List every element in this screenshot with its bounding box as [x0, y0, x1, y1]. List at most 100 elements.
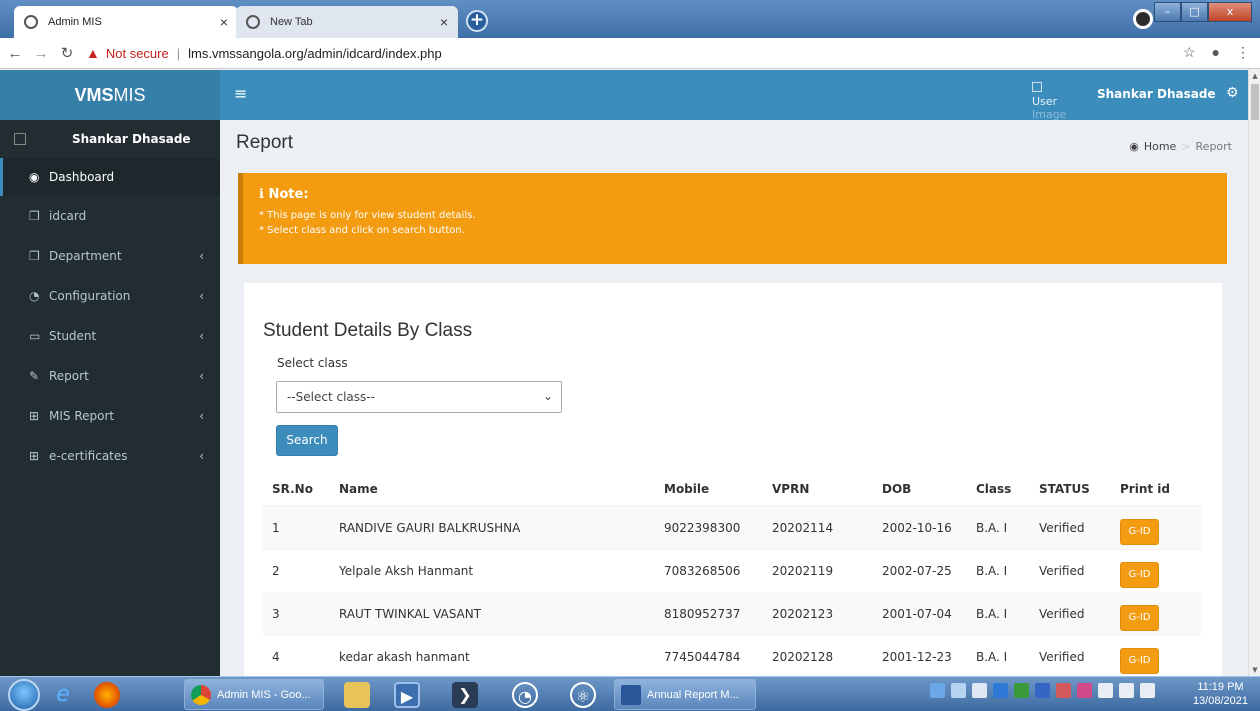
print-id-button[interactable]: G-ID [1120, 647, 1159, 674]
column-header: DOB [873, 472, 967, 507]
class-select[interactable]: --Select class-- ⌄ [276, 381, 562, 413]
new-tab-button[interactable]: + [466, 10, 488, 32]
sidebar: Shankar Dhasade ◉ Dashboard ❐ idcard ❐ Depart… [0, 120, 220, 676]
taskbar-task-chrome[interactable]: Admin MIS - Goo... [184, 679, 324, 710]
taskbar-clock[interactable]: 11:19 PM 13/08/2021 [1193, 680, 1248, 708]
page-scrollbar[interactable]: ▲ ▼ [1248, 70, 1260, 676]
network-icon[interactable] [930, 683, 945, 698]
app-logo[interactable]: VMSMIS [0, 70, 220, 120]
cell-print-id: G-ID [1111, 634, 1201, 678]
cell-mobile: 9022398300 [655, 505, 763, 549]
scrollbar-thumb[interactable] [1251, 84, 1259, 120]
internet-explorer-icon[interactable]: e [50, 682, 76, 708]
sidebar-item-configuration[interactable]: ◔ Configuration ‹ [0, 276, 220, 316]
electron-icon[interactable]: ⚛ [570, 682, 596, 708]
tab-new-tab[interactable]: New Tab × [236, 6, 458, 38]
tray-icon[interactable] [993, 683, 1008, 698]
profile-icon[interactable] [1133, 9, 1153, 29]
sidebar-item-label: Report [49, 369, 89, 383]
print-id-button[interactable]: G-ID [1120, 518, 1159, 545]
task-label: Admin MIS - Goo... [217, 688, 311, 701]
table-header-row: SR.No Name Mobile VPRN DOB Class STATUS Print i… [263, 472, 1201, 507]
warning-icon: ▲ [86, 45, 100, 61]
search-icon[interactable] [1035, 683, 1050, 698]
start-button[interactable] [8, 679, 40, 711]
logo-bold: VMS [74, 85, 114, 105]
cell-sr: 2 [263, 548, 330, 592]
sidebar-item-idcard[interactable]: ❐ idcard [0, 196, 220, 236]
user-image-alt: User [1032, 95, 1058, 108]
user-image[interactable]: User Image [1032, 82, 1070, 121]
hamburger-icon[interactable]: ≡ [234, 84, 247, 103]
signal-icon[interactable] [1098, 683, 1113, 698]
tray-icon[interactable] [1014, 683, 1029, 698]
tab-title: New Tab [270, 16, 313, 28]
flag-icon[interactable] [972, 683, 987, 698]
column-header: Mobile [655, 472, 763, 507]
cell-status: Verified [1030, 505, 1111, 549]
window-close-button[interactable]: x [1208, 2, 1252, 22]
student-table: SR.No Name Mobile VPRN DOB Class STATUS Print i… [263, 472, 1201, 678]
breadcrumb-current: Report [1195, 140, 1232, 153]
cell-class: B.A. I [967, 505, 1030, 549]
minimize-button[interactable]: – [1154, 2, 1181, 22]
search-button[interactable]: Search [276, 425, 338, 456]
tray-icon[interactable] [951, 683, 966, 698]
tray-icon[interactable] [1077, 683, 1092, 698]
account-icon[interactable]: ● [1212, 44, 1220, 61]
back-icon[interactable]: ← [4, 45, 26, 62]
forward-icon[interactable]: → [30, 45, 52, 62]
sidebar-item-dashboard[interactable]: ◉ Dashboard [0, 158, 220, 196]
select-class-label: Select class [277, 356, 348, 370]
system-tray [930, 683, 1155, 698]
cell-name: kedar akash hanmant [330, 634, 655, 678]
tab-admin-mis[interactable]: Admin MIS × [14, 6, 238, 38]
maximize-button[interactable]: □ [1181, 2, 1208, 22]
close-icon[interactable]: × [440, 14, 448, 30]
reload-icon[interactable]: ↻ [56, 44, 78, 62]
print-id-button[interactable]: G-ID [1120, 561, 1159, 588]
breadcrumb: ◉ Home > Report [1129, 140, 1232, 153]
cell-class: B.A. I [967, 591, 1030, 635]
navbar-user-name[interactable]: Shankar Dhasade [1097, 87, 1216, 101]
taskbar-task-word[interactable]: Annual Report M... [614, 679, 756, 710]
cell-print-id: G-ID [1111, 591, 1201, 635]
cell-name: RANDIVE GAURI BALKRUSHNA [330, 505, 655, 549]
sidebar-item-department[interactable]: ❐ Department ‹ [0, 236, 220, 276]
box-title: Student Details By Class [263, 320, 473, 341]
column-header: SR.No [263, 472, 330, 507]
table-row: 2 Yelpale Aksh Hanmant 7083268506 20202119 2… [263, 548, 1201, 592]
obs-icon[interactable]: ◔ [512, 682, 538, 708]
folder-icon[interactable] [344, 682, 370, 708]
app-icon[interactable]: ❯ [452, 682, 478, 708]
browser-tab-strip: Admin MIS × New Tab × + – □ x [0, 0, 1260, 38]
scroll-up-icon[interactable]: ▲ [1249, 72, 1260, 80]
chevron-left-icon: ‹ [199, 449, 204, 463]
sidebar-item-student[interactable]: ▭ Student ‹ [0, 316, 220, 356]
chevron-left-icon: ‹ [199, 409, 204, 423]
user-image-alt: Image [1032, 108, 1067, 121]
cell-status: Verified [1030, 634, 1111, 678]
cell-class: B.A. I [967, 548, 1030, 592]
bluetooth-icon[interactable] [1140, 683, 1155, 698]
clock-date: 13/08/2021 [1192, 695, 1248, 707]
clock-time: 11:19 PM [1197, 681, 1244, 693]
volume-icon[interactable] [1119, 683, 1134, 698]
sidebar-item-mis-report[interactable]: ⊞ MIS Report ‹ [0, 396, 220, 436]
gears-icon[interactable]: ⚙ [1226, 85, 1239, 101]
url-field[interactable]: ▲ Not secure | lms.vmssangola.org/admin/… [86, 45, 442, 61]
media-player-icon[interactable]: ▶ [394, 682, 420, 708]
close-icon[interactable]: × [220, 14, 228, 30]
firefox-icon[interactable] [94, 682, 120, 708]
bookmark-star-icon[interactable]: ☆ [1183, 44, 1196, 61]
cell-vprn: 20202114 [763, 505, 873, 549]
print-id-button[interactable]: G-ID [1120, 604, 1159, 631]
cell-vprn: 20202119 [763, 548, 873, 592]
scroll-down-icon[interactable]: ▼ [1249, 666, 1260, 674]
tray-icon[interactable] [1056, 683, 1071, 698]
breadcrumb-home[interactable]: Home [1144, 140, 1176, 153]
sidebar-user-panel: Shankar Dhasade [0, 120, 220, 158]
menu-icon[interactable]: ⋮ [1236, 44, 1250, 61]
sidebar-item-e-certificates[interactable]: ⊞ e-certificates ‹ [0, 436, 220, 476]
sidebar-item-report[interactable]: ✎ Report ‹ [0, 356, 220, 396]
